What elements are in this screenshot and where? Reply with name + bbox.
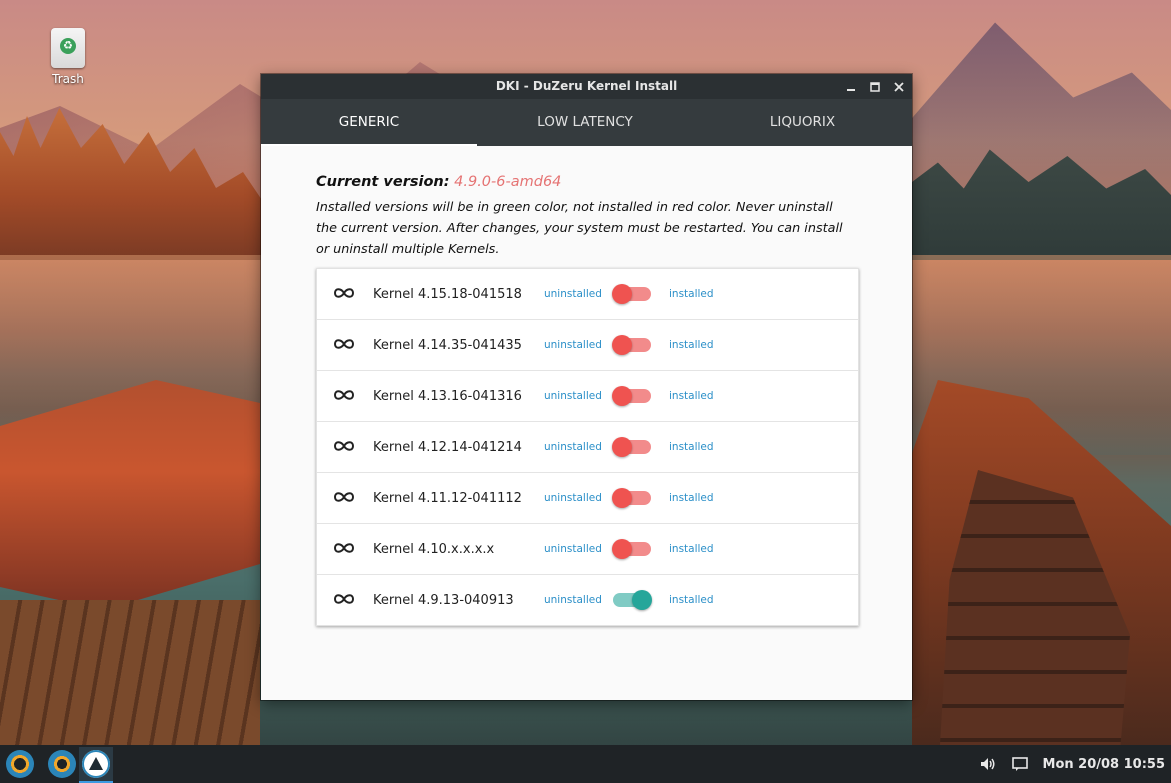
tab-bar: GENERIC LOW LATENCY LIQUORIX: [261, 99, 912, 146]
window-controls: [844, 74, 906, 99]
desktop-icon-label: Trash: [52, 72, 84, 86]
toggle-knob: [632, 590, 652, 610]
kernel-row: Kernel 4.9.13-040913 uninstalled installed: [317, 575, 858, 625]
uninstalled-label: uninstalled: [544, 492, 602, 504]
install-toggle[interactable]: [612, 335, 651, 355]
installed-label: installed: [669, 492, 714, 504]
infinity-icon: [333, 339, 355, 349]
recycle-icon: ♻: [60, 38, 76, 54]
kernel-row: Kernel 4.14.35-041435 uninstalled installe…: [317, 320, 858, 371]
toggle-knob: [612, 284, 632, 304]
uninstalled-label: uninstalled: [544, 390, 602, 402]
kernel-name: Kernel 4.14.35-041435: [373, 337, 522, 353]
kernel-row: Kernel 4.13.16-041316 uninstalled installe…: [317, 371, 858, 422]
menu-icon[interactable]: [6, 750, 34, 778]
kernel-row: Kernel 4.10.x.x.x.x uninstalled installed: [317, 524, 858, 575]
toggle-knob: [612, 488, 632, 508]
clock[interactable]: Mon 20/08 10:55: [1043, 757, 1165, 772]
install-toggle[interactable]: [612, 437, 651, 457]
kernel-name: Kernel 4.11.12-041112: [373, 490, 522, 506]
toggle-knob: [612, 437, 632, 457]
kernel-list: Kernel 4.15.18-041518 uninstalled installe…: [316, 268, 859, 626]
current-version-value: 4.9.0-6-amd64: [454, 174, 562, 190]
volume-icon[interactable]: [979, 755, 997, 773]
kernel-name: Kernel 4.15.18-041518: [373, 286, 522, 302]
window-titlebar[interactable]: DKI - DuZeru Kernel Install: [261, 74, 912, 99]
kernel-row: Kernel 4.11.12-041112 uninstalled installe…: [317, 473, 858, 524]
installed-label: installed: [669, 390, 714, 402]
infinity-icon: [333, 594, 355, 604]
infinity-icon: [333, 441, 355, 451]
current-version-label: Current version:: [316, 174, 450, 190]
infinity-icon: [333, 288, 355, 298]
wallpaper-boat-left: [0, 380, 260, 610]
kernel-name: Kernel 4.9.13-040913: [373, 592, 514, 608]
infinity-icon: [333, 390, 355, 400]
toggle-knob: [612, 335, 632, 355]
tab-generic[interactable]: GENERIC: [261, 99, 477, 146]
generic-panel: Current version: 4.9.0-6-amd64 Installed…: [261, 174, 912, 626]
instructions-text: Installed versions will be in green colo…: [316, 200, 843, 257]
tab-low-latency[interactable]: LOW LATENCY: [477, 99, 693, 146]
current-version-line: Current version: 4.9.0-6-amd64: [316, 174, 912, 190]
dki-window: DKI - DuZeru Kernel Install GENERIC LOW …: [261, 74, 912, 700]
window-title: DKI - DuZeru Kernel Install: [495, 79, 678, 93]
taskbar: Mon 20/08 10:55: [0, 745, 1171, 783]
installed-label: installed: [669, 288, 714, 300]
install-toggle[interactable]: [612, 488, 651, 508]
desktop-icon-trash[interactable]: ♻ Trash: [44, 28, 92, 86]
maximize-icon[interactable]: [868, 80, 882, 94]
minimize-icon[interactable]: [844, 80, 858, 94]
kernel-row: Kernel 4.12.14-041214 uninstalled installe…: [317, 422, 858, 473]
uninstalled-label: uninstalled: [544, 339, 602, 351]
installed-label: installed: [669, 441, 714, 453]
close-icon[interactable]: [892, 80, 906, 94]
uninstalled-label: uninstalled: [544, 594, 602, 606]
install-toggle[interactable]: [613, 590, 652, 610]
infinity-icon: [333, 492, 355, 502]
dki-app-icon: [82, 750, 110, 778]
installed-label: installed: [669, 543, 714, 555]
uninstalled-label: uninstalled: [544, 441, 602, 453]
install-toggle[interactable]: [612, 284, 651, 304]
wallpaper-dock: [0, 600, 260, 745]
tab-liquorix[interactable]: LIQUORIX: [693, 99, 912, 146]
toggle-knob: [612, 386, 632, 406]
install-toggle[interactable]: [612, 386, 651, 406]
taskbar-active-window[interactable]: [79, 747, 113, 783]
toggle-knob: [612, 539, 632, 559]
install-toggle[interactable]: [612, 539, 651, 559]
kernel-name: Kernel 4.13.16-041316: [373, 388, 522, 404]
app-icon[interactable]: [48, 750, 76, 778]
kernel-name: Kernel 4.10.x.x.x.x: [373, 541, 495, 557]
trash-icon: ♻: [51, 28, 85, 68]
installed-label: installed: [669, 594, 714, 606]
installed-label: installed: [669, 339, 714, 351]
kernel-name: Kernel 4.12.14-041214: [373, 439, 522, 455]
kernel-row: Kernel 4.15.18-041518 uninstalled installe…: [317, 269, 858, 320]
infinity-icon: [333, 543, 355, 553]
uninstalled-label: uninstalled: [544, 288, 602, 300]
message-icon[interactable]: [1011, 755, 1029, 773]
system-tray: Mon 20/08 10:55: [979, 745, 1165, 783]
uninstalled-label: uninstalled: [544, 543, 602, 555]
